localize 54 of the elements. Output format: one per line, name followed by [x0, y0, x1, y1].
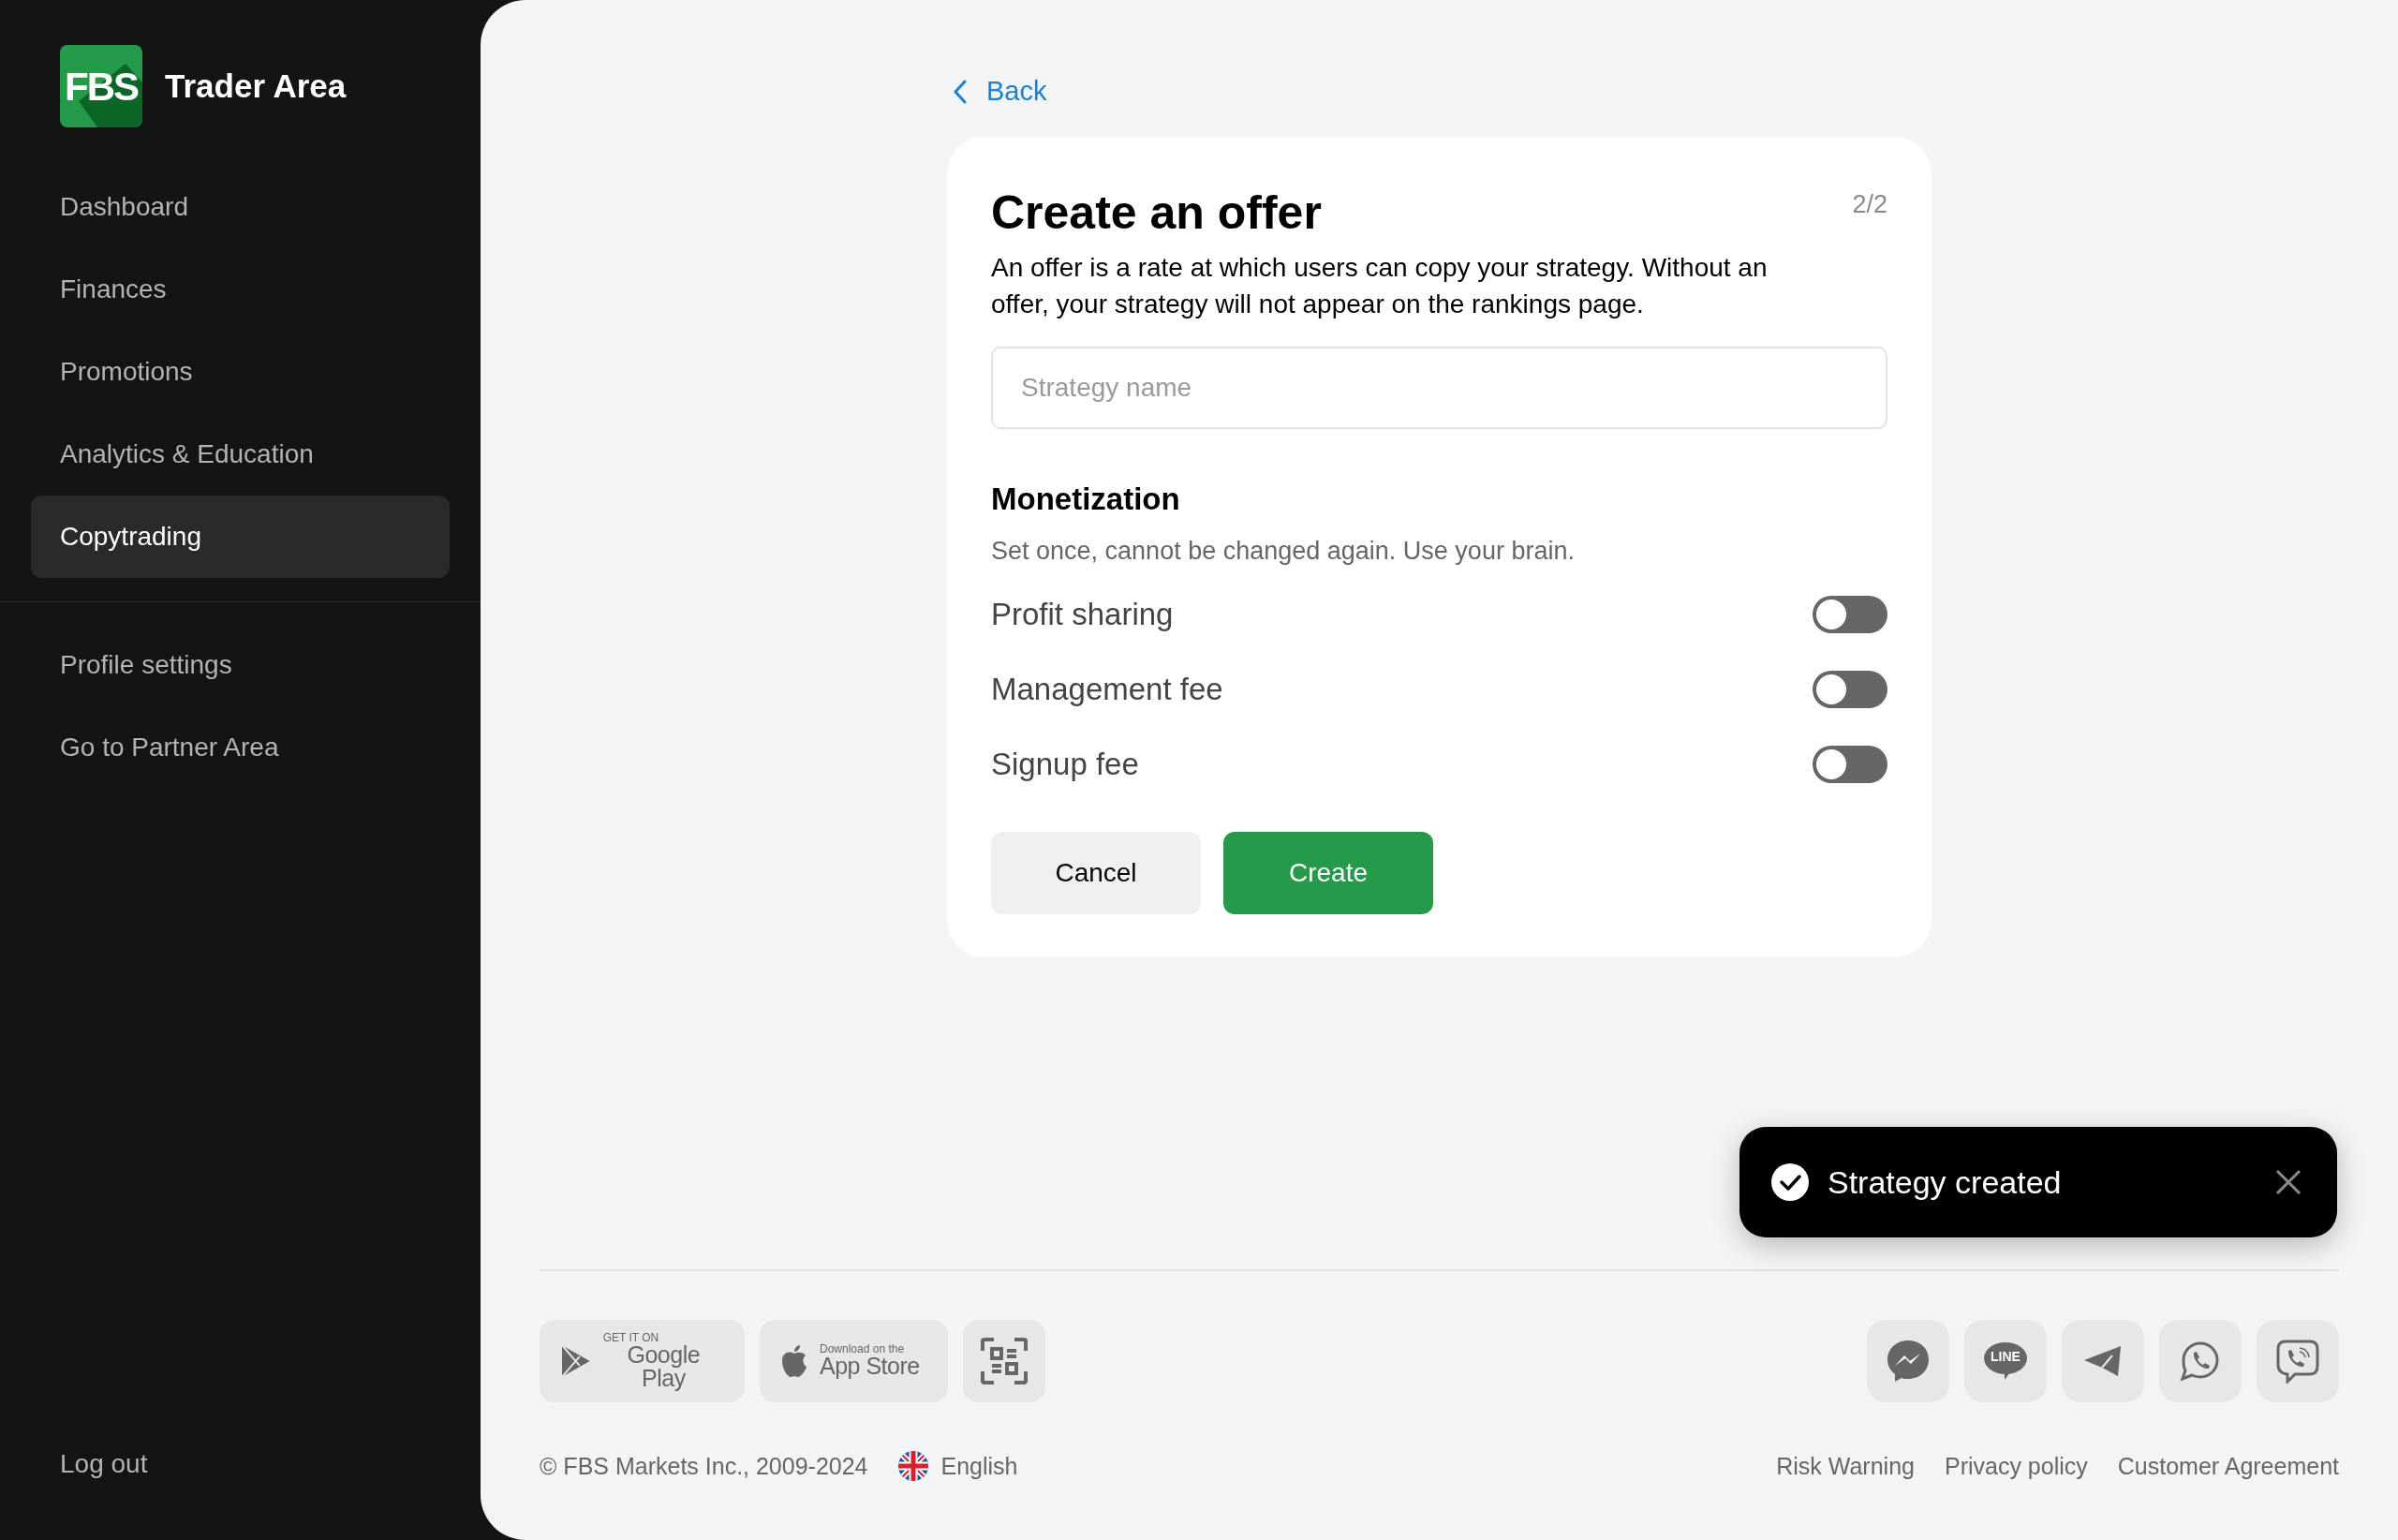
- badge-title: App Store: [820, 1355, 920, 1378]
- toast-message: Strategy created: [1828, 1162, 2063, 1202]
- option-label: Signup fee: [991, 746, 1139, 784]
- badge-title: Google Play: [626, 1342, 702, 1390]
- footer-link[interactable]: Risk Warning: [1776, 1448, 1915, 1484]
- card-title: Create an offer: [991, 185, 1322, 241]
- paper-plane-icon: [2083, 1343, 2123, 1378]
- card-description: An offer is a rate at which users can copy your strategy. Without an offer, your strategy will not appear on the rankings page.: [991, 252, 1769, 320]
- chevron-left-icon: [953, 79, 968, 104]
- copyright-text: © FBS Markets Inc., 2009-2024: [540, 1451, 868, 1481]
- app-title: Trader Area: [165, 66, 347, 106]
- option-label: Management fee: [991, 671, 1223, 709]
- close-icon: [2275, 1169, 2302, 1195]
- apple-icon: [780, 1343, 808, 1378]
- qr-scan-icon: [981, 1337, 1028, 1385]
- toggle-switch[interactable]: [1813, 671, 1887, 708]
- logout-link[interactable]: Log out: [60, 1444, 481, 1484]
- logo-badge: FBS: [60, 45, 142, 127]
- nav-item[interactable]: Profile settings: [31, 624, 450, 706]
- cancel-button[interactable]: Cancel: [991, 832, 1201, 914]
- play-triangle-icon: [560, 1342, 592, 1379]
- uk-flag-icon: [897, 1451, 928, 1482]
- phone-bubble-icon: [2276, 1338, 2319, 1384]
- nav-item[interactable]: Analytics & Education: [31, 413, 450, 496]
- strategy-name-field[interactable]: Strategy name: [991, 347, 1887, 429]
- check-circle-icon: [1771, 1163, 1809, 1201]
- language-selector[interactable]: English: [897, 1448, 1018, 1484]
- messenger-button[interactable]: [2062, 1319, 2144, 1402]
- nav-item[interactable]: Promotions: [31, 331, 450, 413]
- app-store-badge[interactable]: Download on the App Store: [760, 1319, 948, 1402]
- messenger-button[interactable]: [2257, 1319, 2339, 1402]
- section-note: Set once, cannot be changed again. Use your brain.: [991, 535, 1576, 567]
- phone-bubble-icon: [2180, 1340, 2221, 1382]
- badge-caption: Download on the: [820, 1343, 905, 1355]
- nav-item[interactable]: Finances: [31, 248, 450, 331]
- step-counter: 2/2: [1852, 188, 1887, 220]
- footer-link[interactable]: Customer Agreement: [2117, 1448, 2339, 1484]
- nav-item[interactable]: Dashboard: [31, 166, 450, 248]
- messenger-button[interactable]: LINE: [1964, 1319, 2047, 1402]
- messenger-button[interactable]: [1867, 1319, 1949, 1402]
- option-label: Profit sharing: [991, 596, 1174, 634]
- section-heading: Monetization: [991, 481, 1181, 518]
- back-link[interactable]: Back: [953, 71, 1047, 112]
- qr-code-button[interactable]: [963, 1319, 1045, 1402]
- messenger-button[interactable]: [2159, 1319, 2242, 1402]
- toggle-switch[interactable]: [1813, 746, 1887, 783]
- badge-caption: GET IT ON: [602, 1331, 659, 1343]
- footer-link[interactable]: Privacy policy: [1944, 1448, 2088, 1484]
- create-button[interactable]: Create: [1223, 832, 1433, 914]
- nav-item[interactable]: Copytrading: [31, 496, 450, 578]
- google-play-badge[interactable]: GET IT ON Google Play: [540, 1319, 745, 1402]
- chat-bubble-icon: [1886, 1338, 1931, 1384]
- toggle-switch[interactable]: [1813, 596, 1887, 633]
- nav-item[interactable]: Go to Partner Area: [31, 706, 450, 789]
